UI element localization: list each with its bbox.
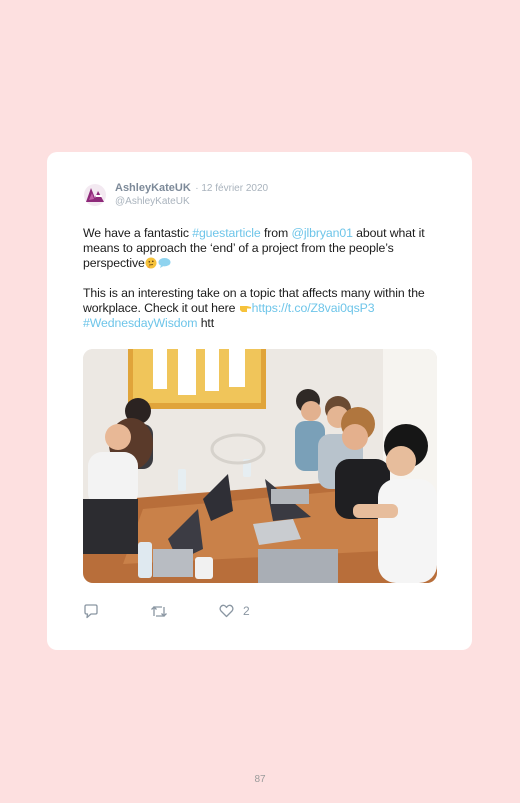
text-segment: We have a fantastic bbox=[83, 226, 193, 240]
reply-button[interactable] bbox=[83, 604, 99, 619]
speech-bubble-emoji bbox=[158, 258, 171, 268]
page-number: 87 bbox=[254, 774, 266, 785]
like-count: 2 bbox=[243, 604, 250, 618]
reply-icon bbox=[84, 604, 98, 619]
avatar[interactable] bbox=[83, 183, 107, 207]
tweet-card: AshleyKateUK · 12 février 2020 @AshleyKa… bbox=[47, 152, 472, 650]
text-segment: from bbox=[260, 226, 292, 240]
author-meta: AshleyKateUK · 12 février 2020 @AshleyKa… bbox=[115, 180, 268, 208]
pointing-right-emoji bbox=[239, 306, 251, 312]
tweet-paragraph-1: We have a fantastic #guestarticle from @… bbox=[83, 226, 443, 271]
mention-link[interactable]: @jlbryan01 bbox=[291, 226, 352, 240]
like-button[interactable]: 2 bbox=[219, 604, 250, 618]
retweet-icon bbox=[151, 606, 167, 617]
author-handle[interactable]: @AshleyKateUK bbox=[115, 195, 268, 208]
tweet-paragraph-2: This is an interesting take on a topic t… bbox=[83, 286, 443, 331]
tweet-date[interactable]: · 12 février 2020 bbox=[195, 183, 268, 194]
hashtag-link[interactable]: #WednesdayWisdom bbox=[83, 316, 197, 330]
tweet-text: We have a fantastic #guestarticle from @… bbox=[83, 226, 443, 331]
url-link[interactable]: https://t.co/Z8vai0qsP3 bbox=[252, 301, 375, 315]
author-name[interactable]: AshleyKateUK bbox=[115, 182, 191, 194]
hashtag-link[interactable]: #guestarticle bbox=[192, 226, 261, 240]
heart-icon bbox=[219, 604, 234, 618]
text-segment: htt bbox=[197, 316, 215, 330]
tweet-actions: 2 bbox=[83, 604, 443, 624]
thinking-face-emoji bbox=[145, 257, 157, 269]
retweet-button[interactable] bbox=[150, 604, 168, 619]
tweet-photo[interactable] bbox=[83, 349, 437, 583]
avatar-logo-icon bbox=[84, 184, 106, 206]
tweet-header: AshleyKateUK · 12 février 2020 @AshleyKa… bbox=[83, 180, 268, 208]
meeting-photo bbox=[83, 349, 437, 583]
